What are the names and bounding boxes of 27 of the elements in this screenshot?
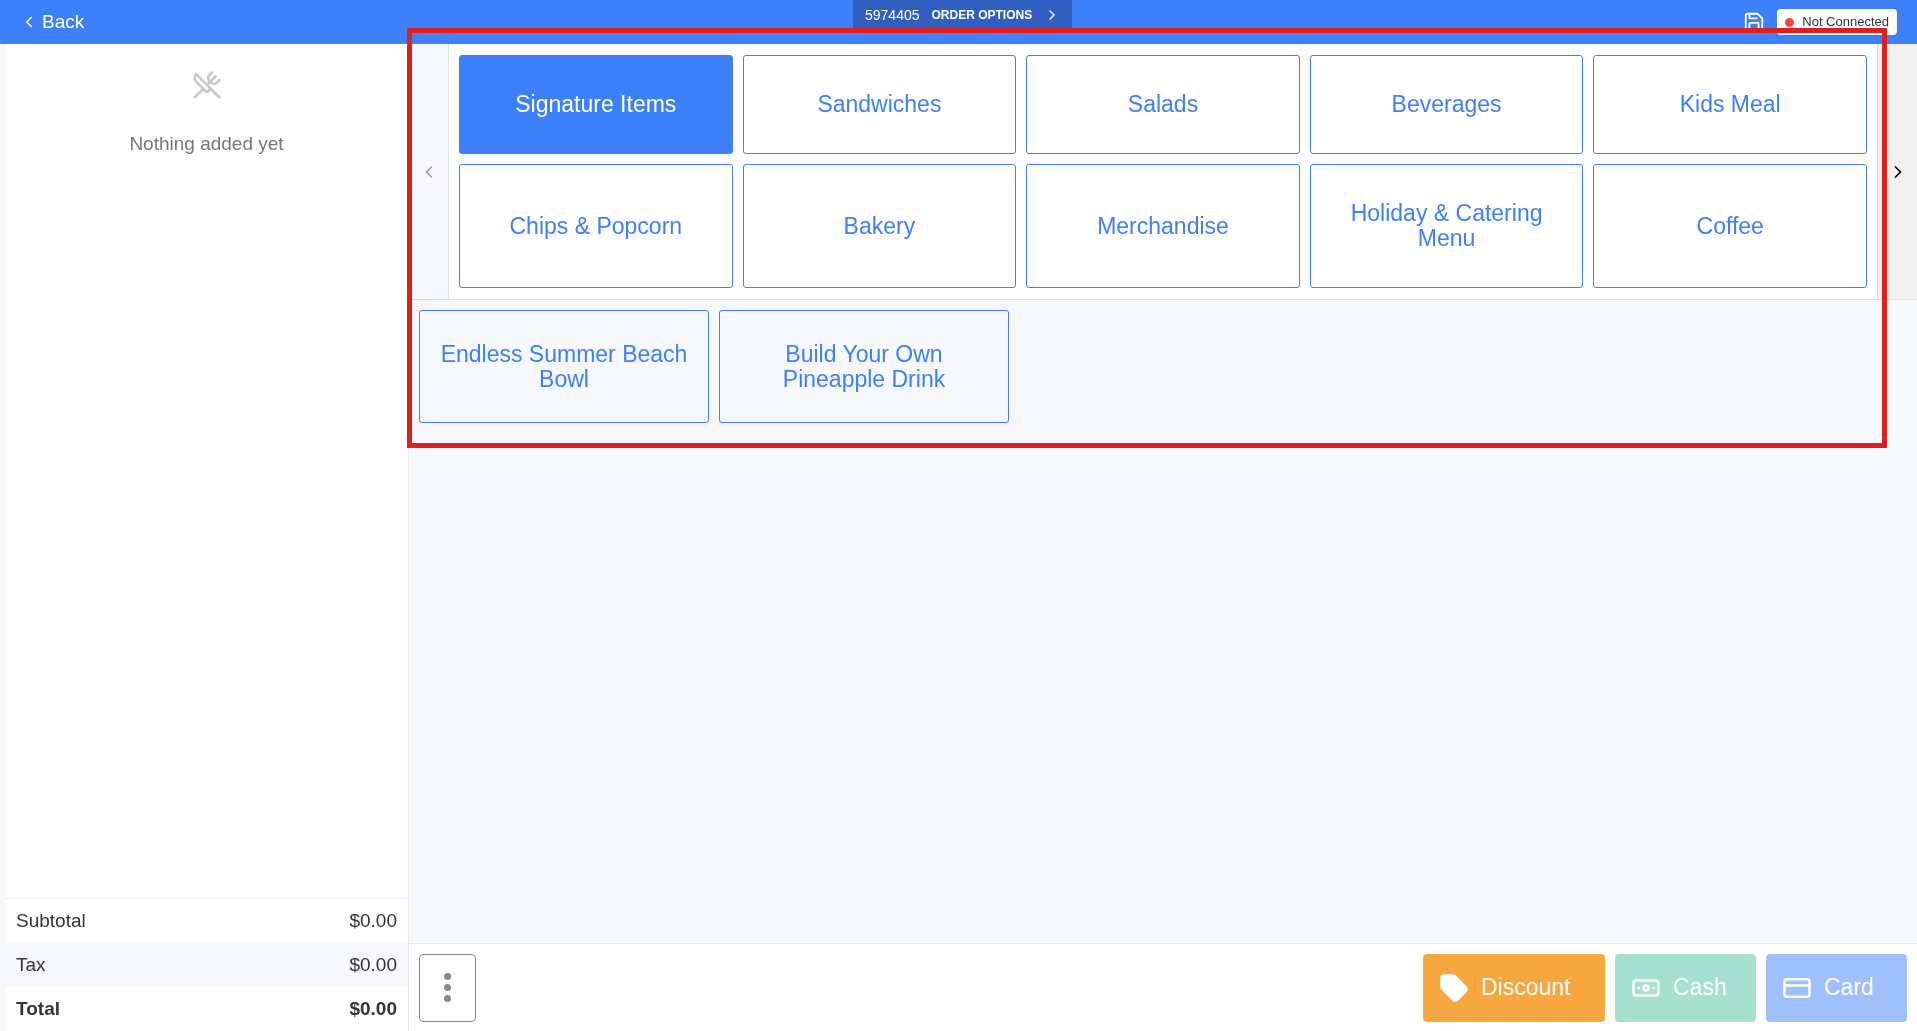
- category-tile[interactable]: Beverages: [1309, 55, 1584, 154]
- more-options-button[interactable]: [419, 953, 476, 1022]
- back-button[interactable]: Back: [20, 7, 85, 37]
- category-tile[interactable]: Merchandise: [1026, 164, 1300, 288]
- discount-icon: [1439, 972, 1469, 1003]
- total-value: $0.00: [349, 996, 397, 1021]
- utensils-icon: [191, 70, 222, 100]
- order-options-button[interactable]: 5974405 ORDER OPTIONS: [853, 0, 1073, 30]
- product-tile[interactable]: Build Your Own Pineapple Drink: [719, 310, 1009, 423]
- category-tile[interactable]: Bakery: [742, 164, 1017, 288]
- total-label: Total: [16, 996, 60, 1021]
- category-tile[interactable]: Salads: [1026, 55, 1300, 154]
- category-tile[interactable]: Kids Meal: [1593, 55, 1867, 154]
- category-tile[interactable]: Coffee: [1593, 164, 1867, 288]
- empty-order-message: Nothing added yet: [129, 132, 284, 156]
- total-label: Subtotal: [16, 908, 86, 933]
- category-tile[interactable]: Holiday & Catering Menu: [1309, 164, 1584, 288]
- scroll-right-button[interactable]: [1877, 44, 1917, 299]
- category-tile[interactable]: Chips & Popcorn: [459, 164, 733, 288]
- category-tile[interactable]: Sandwiches: [742, 55, 1017, 154]
- category-tile[interactable]: Signature Items: [459, 55, 733, 154]
- total-value: $0.00: [349, 908, 397, 933]
- total-value: $0.00: [349, 952, 397, 977]
- discount-button[interactable]: Discount: [1423, 953, 1605, 1022]
- product-tile[interactable]: Endless Summer Beach Bowl: [419, 310, 709, 423]
- more-icon: [444, 973, 451, 1002]
- total-label: Tax: [16, 952, 46, 977]
